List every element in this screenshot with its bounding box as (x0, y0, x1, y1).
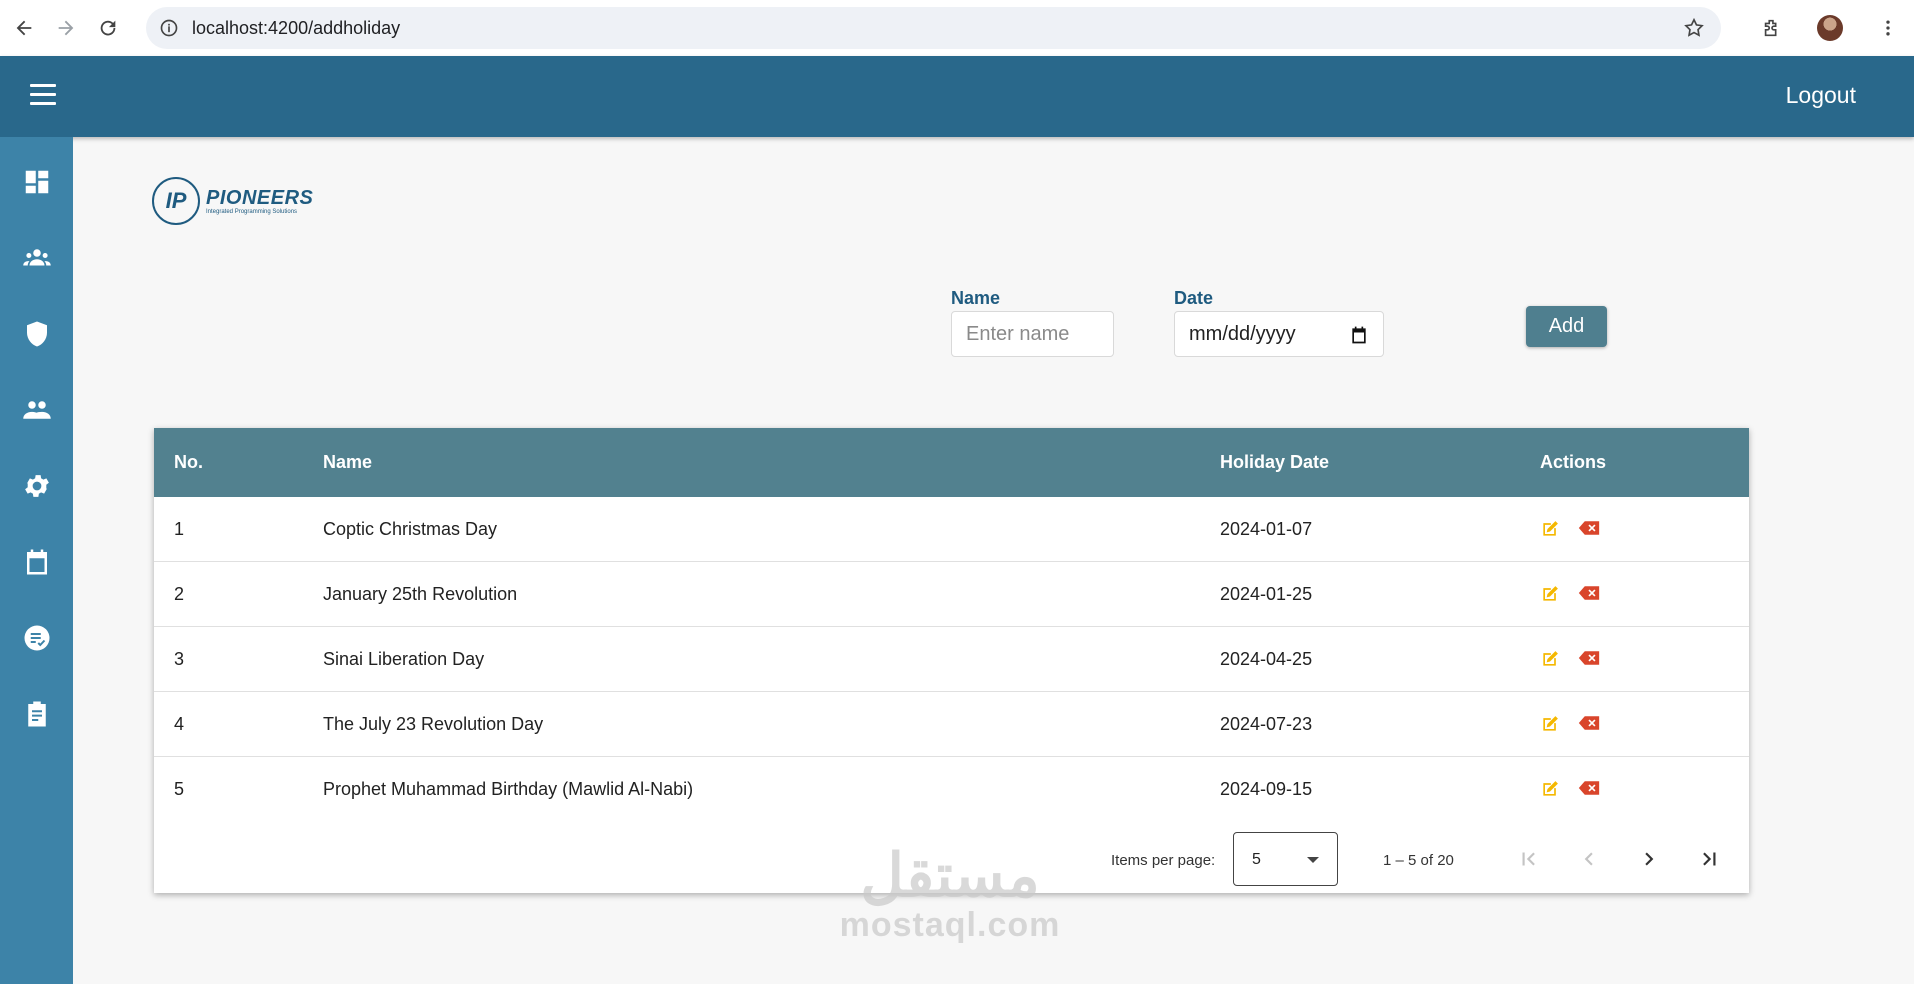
sidebar-item-users[interactable] (0, 233, 73, 283)
extensions-icon[interactable] (1752, 8, 1792, 48)
address-bar[interactable]: localhost:4200/addholiday (146, 7, 1721, 49)
sidebar-item-dashboard[interactable] (0, 157, 73, 207)
next-page-icon[interactable] (1636, 846, 1662, 872)
checklist-icon (24, 625, 49, 651)
arrow-left-icon (16, 20, 32, 36)
arrow-right-icon (58, 20, 74, 36)
profile-avatar[interactable] (1810, 8, 1850, 48)
table-row: 2 January 25th Revolution 2024-01-25 (154, 562, 1749, 627)
last-page-icon[interactable] (1696, 846, 1722, 872)
items-per-page-value: 5 (1252, 851, 1261, 868)
date-label: Date (1174, 288, 1214, 308)
row-name: The July 23 Revolution Day (323, 714, 544, 734)
delete-icon[interactable] (1578, 780, 1600, 796)
watermark-arabic: مستقل (860, 842, 1040, 909)
table-row: 1 Coptic Christmas Day 2024-01-07 (154, 497, 1749, 562)
table-header: No. Name Holiday Date Actions (154, 428, 1749, 497)
row-name: Prophet Muhammad Birthday (Mawlid Al-Nab… (323, 779, 694, 799)
delete-icon[interactable] (1578, 715, 1600, 731)
table-row: 4 The July 23 Revolution Day 2024-07-23 (154, 692, 1749, 757)
row-no: 3 (174, 649, 185, 669)
browser-toolbar: localhost:4200/addholiday (0, 0, 1914, 56)
sidebar-item-security[interactable] (0, 309, 73, 359)
edit-icon[interactable] (1540, 779, 1560, 799)
url-text: localhost:4200/addholiday (192, 17, 401, 38)
row-no: 2 (174, 584, 185, 604)
forward-button[interactable] (48, 10, 84, 46)
site-info-icon[interactable] (158, 17, 180, 39)
date-placeholder: mm/dd/yyyy (1189, 322, 1296, 345)
dashboard-icon (25, 170, 48, 194)
table-row: 5 Prophet Muhammad Birthday (Mawlid Al-N… (154, 757, 1749, 822)
previous-page-icon[interactable] (1576, 846, 1602, 872)
delete-icon[interactable] (1578, 520, 1600, 536)
sidebar-item-settings[interactable] (0, 461, 73, 511)
name-input[interactable]: Enter name (951, 311, 1114, 357)
row-date: 2024-01-07 (1220, 519, 1313, 539)
row-date: 2024-01-25 (1220, 584, 1313, 604)
bookmark-star-icon[interactable] (1683, 17, 1705, 39)
sidebar-item-team[interactable] (0, 385, 73, 435)
first-page-icon[interactable] (1516, 846, 1542, 872)
sidebar-item-calendar[interactable] (0, 537, 73, 587)
row-no: 1 (174, 519, 185, 539)
add-button[interactable]: Add (1526, 306, 1607, 347)
delete-icon[interactable] (1578, 585, 1600, 601)
row-no: 4 (174, 714, 185, 734)
edit-icon[interactable] (1540, 649, 1560, 669)
edit-icon[interactable] (1540, 584, 1560, 604)
delete-icon[interactable] (1578, 650, 1600, 666)
row-name: January 25th Revolution (323, 584, 518, 604)
date-picker-icon[interactable] (1349, 325, 1369, 345)
reload-button[interactable] (90, 10, 126, 46)
logo-tagline: Integrated Programming Solutions (206, 208, 298, 215)
row-date: 2024-09-15 (1220, 779, 1313, 799)
shield-icon (26, 321, 47, 347)
sidebar-item-tasks[interactable] (0, 613, 73, 663)
row-name: Sinai Liberation Day (323, 649, 485, 669)
gear-icon (24, 475, 49, 497)
browser-menu-icon[interactable] (1868, 8, 1908, 48)
column-header-actions: Actions (1540, 452, 1607, 472)
sidebar (0, 137, 73, 984)
edit-icon[interactable] (1540, 519, 1560, 539)
reload-icon (100, 20, 116, 36)
date-input[interactable]: mm/dd/yyyy (1174, 311, 1384, 357)
table-row: 3 Sinai Liberation Day 2024-04-25 (154, 627, 1749, 692)
edit-icon[interactable] (1540, 714, 1560, 734)
back-button[interactable] (6, 10, 42, 46)
users-group-icon (22, 249, 51, 266)
company-logo: IP PIONEERS Integrated Programming Solut… (152, 176, 314, 226)
items-per-page-select[interactable]: 5 (1233, 832, 1338, 886)
app-header: Logout (0, 56, 1914, 137)
column-header-date: Holiday Date (1220, 452, 1330, 472)
dropdown-arrow-icon (1307, 857, 1319, 863)
watermark: مستقل mostaql.com (820, 846, 1080, 945)
clipboard-icon (27, 701, 46, 727)
column-header-name: Name (323, 452, 373, 472)
row-date: 2024-07-23 (1220, 714, 1313, 734)
calendar-icon (26, 549, 47, 575)
sidebar-item-reports[interactable] (0, 689, 73, 739)
row-date: 2024-04-25 (1220, 649, 1313, 669)
holidays-table: No. Name Holiday Date Actions 1 Coptic C… (154, 428, 1749, 893)
logo-mark: IP (152, 177, 200, 225)
browser-actions (1752, 0, 1914, 56)
team-icon (22, 401, 51, 419)
row-name: Coptic Christmas Day (323, 519, 498, 539)
name-label: Name (951, 288, 1001, 308)
hamburger-menu-icon[interactable] (30, 84, 56, 106)
page-range-label: 1 – 5 of 20 (1383, 852, 1454, 869)
column-header-no: No. (174, 452, 203, 472)
row-no: 5 (174, 779, 185, 799)
avatar (1817, 15, 1843, 41)
logo-name: PIONEERS (206, 186, 314, 209)
watermark-latin: mostaql.com (839, 906, 1061, 944)
items-per-page-label: Items per page: (1111, 852, 1216, 869)
logout-button[interactable]: Logout (1786, 82, 1856, 109)
